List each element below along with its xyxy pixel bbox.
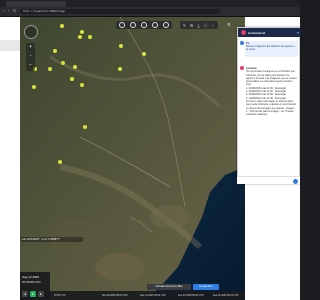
user-message: Tú Buscar imágenes del histórico de agos… (245, 41, 298, 57)
close-icon[interactable]: × (297, 30, 299, 35)
zoom-control: + ◦ − (26, 43, 35, 71)
cursor-coordinates: Lat: 40.544647° | Lon: 0.085877° (21, 237, 83, 242)
send-icon[interactable] (293, 178, 298, 184)
map-tools-right: ✎ ⚙ △ ⓘ ◔ (180, 21, 218, 29)
image-marker (58, 160, 62, 164)
left-strip (0, 40, 20, 51)
bell-icon[interactable]: ◔ (210, 23, 215, 28)
create-item-button[interactable]: Create item (193, 284, 219, 290)
assistant-avatar (241, 30, 246, 35)
assistant-message-avatar (240, 66, 244, 70)
timeline-tick: Sep 20 2025 06:00 UTC (178, 294, 204, 297)
map-toolbar (116, 21, 172, 29)
timeline-controls: Aug 13 2025 07:30:00 UTC ◂ ▸ ▸ (20, 272, 50, 300)
layers-icon[interactable] (130, 22, 136, 28)
chat-input[interactable] (237, 176, 300, 184)
draw-icon[interactable] (141, 22, 147, 28)
search-icon[interactable] (119, 22, 125, 28)
step-forward-button[interactable]: ▸ (38, 291, 44, 297)
assistant-message: Asistente He encontrado 4 imágenes en el… (245, 66, 298, 117)
assistant-title: Asistente IA (248, 31, 266, 35)
image-marker (60, 24, 64, 28)
zoom-out-button[interactable]: − (26, 61, 35, 70)
triangle-icon[interactable]: △ (196, 23, 201, 28)
user-message-text: Buscar imágenes del histórico de agosto … (246, 45, 295, 52)
image-marker (118, 67, 122, 71)
image-marker (61, 61, 65, 65)
reload-icon[interactable]: ↻ (13, 9, 17, 13)
play-button[interactable]: ▸ (30, 291, 36, 297)
browser-tab-bar (0, 0, 300, 7)
activate-temporary-filter-button[interactable]: Activate temporary filter (147, 284, 191, 290)
image-marker (53, 49, 57, 53)
assistant-header: Asistente IA × (238, 28, 301, 37)
timeline-tick: Sep 08 2025 06:00 UTC (102, 294, 128, 297)
image-marker (70, 77, 74, 81)
arrow-left-icon[interactable]: ‹ (3, 9, 7, 13)
timeline-time: 07:30:00 UTC (22, 280, 41, 284)
image-marker (80, 30, 84, 34)
image-marker (119, 44, 123, 48)
timeline-tick: Sep 14 2025 06:00 UTC (140, 294, 166, 297)
pen-icon[interactable]: ✎ (182, 23, 187, 28)
zoom-in-button[interactable]: + (26, 43, 35, 52)
assistant-outro: Por favor, elige cuál imagen te interesa… (246, 99, 296, 117)
satellite-imagery (20, 17, 245, 300)
polygon-icon[interactable] (152, 22, 158, 28)
image-marker (80, 83, 84, 87)
satellite-map[interactable]: + ◦ − ✎ ⚙ △ ⓘ ◔ ≡ Lat: 40.544647° | Lon:… (20, 17, 245, 300)
url-field[interactable]: http://localhost:3000/#/map (20, 9, 220, 14)
timeline-bar[interactable]: 07:00 UTC Sep 08 2025 06:00 UTC Sep 14 2… (20, 291, 245, 300)
image-marker (73, 65, 77, 69)
user-avatar (240, 41, 244, 45)
assistant-intro: He encontrado 4 imágenes en el histórico… (246, 70, 297, 87)
image-marker (78, 35, 82, 39)
image-marker (142, 52, 146, 56)
assistant-panel: Asistente IA × Tú Buscar imágenes del hi… (237, 27, 301, 184)
step-back-button[interactable]: ◂ (22, 291, 28, 297)
compass-icon[interactable] (24, 25, 38, 39)
image-marker (83, 125, 87, 129)
left-page-area (0, 17, 20, 300)
info-icon[interactable]: ⓘ (203, 23, 208, 28)
timeline-tick: Sep 26 2025 06:00 UTC (213, 294, 239, 297)
measure-icon[interactable] (163, 22, 169, 28)
arrow-right-icon[interactable]: › (8, 9, 12, 13)
zoom-reset-button[interactable]: ◦ (26, 52, 35, 61)
image-marker (88, 35, 92, 39)
image-marker (48, 67, 52, 71)
timeline-tick: 07:00 UTC (54, 294, 66, 297)
menu-icon[interactable]: ≡ (225, 21, 233, 29)
settings-icon[interactable]: ⚙ (189, 23, 194, 28)
image-marker (32, 85, 36, 89)
timeline-date: Aug 13 2025 (22, 275, 40, 279)
